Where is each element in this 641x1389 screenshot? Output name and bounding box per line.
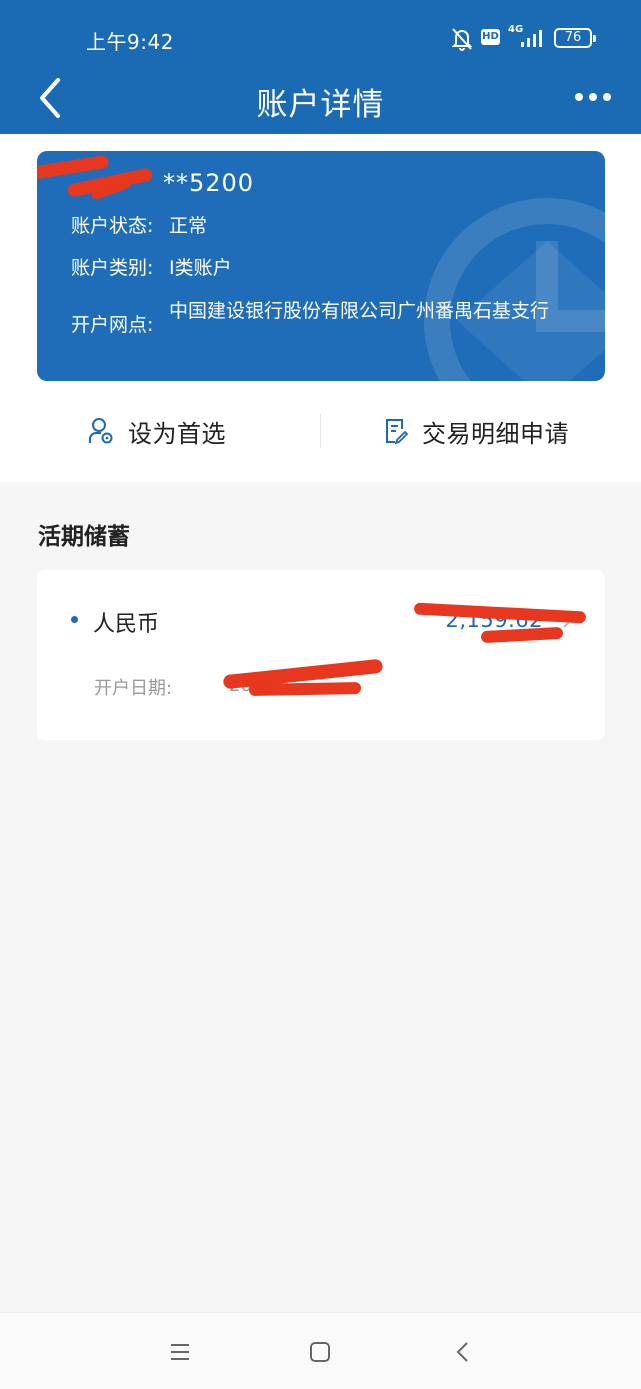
savings-section-title: 活期储蓄 <box>38 524 130 550</box>
branch-label: 开户网点: <box>71 314 154 336</box>
bell-muted-icon <box>451 28 473 51</box>
page-title: 账户详情 <box>256 87 385 123</box>
branch-row: 开户网点: 中国建设银行股份有限公司广州番禺石基支行 <box>71 297 549 336</box>
more-button[interactable] <box>571 84 615 110</box>
transaction-request-button[interactable]: 交易明细申请 <box>384 406 569 456</box>
action-divider <box>320 414 321 448</box>
deposit-card[interactable]: 人民币 2,159.62 开户日期: 20 <box>37 570 605 740</box>
account-status-value: 正常 <box>169 215 208 237</box>
bullet-dot <box>71 616 78 623</box>
user-settings-icon <box>89 418 113 444</box>
more-dot <box>603 93 611 101</box>
account-status-label: 账户状态: <box>71 215 154 237</box>
app-header: 上午9:42 HD 4G 76 账户详情 <box>0 0 641 134</box>
account-card-zone: **5200 账户状态: 正常 账户类别: I类账户 开户网点: 中国建设银行股… <box>0 134 641 382</box>
account-number-suffix: **5200 <box>163 169 255 197</box>
battery-icon: 76 <box>554 28 596 48</box>
account-type-label: 账户类别: <box>71 257 154 279</box>
status-time: 上午9:42 <box>86 30 174 54</box>
battery-level: 76 <box>564 30 582 45</box>
account-type-row: 账户类别: I类账户 <box>71 254 232 283</box>
system-nav-bar <box>0 1312 641 1389</box>
set-preferred-button[interactable]: 设为首选 <box>88 406 226 456</box>
home-icon[interactable] <box>303 1337 337 1367</box>
hd-icon: HD <box>481 29 500 45</box>
transaction-request-label: 交易明细申请 <box>422 419 569 448</box>
status-icons: HD 4G 76 <box>450 24 610 54</box>
status-bar: 上午9:42 HD 4G 76 <box>0 0 641 70</box>
nav-bar: 账户详情 <box>0 70 641 134</box>
signal-icon <box>521 30 542 47</box>
action-bar: 设为首选 交易明细申请 <box>0 382 641 482</box>
more-dots-icon <box>575 93 583 101</box>
currency-label: 人民币 <box>93 612 160 637</box>
open-date-label: 开户日期: <box>94 678 173 699</box>
menu-icon[interactable] <box>163 1337 197 1367</box>
account-type-value: I类账户 <box>169 257 232 279</box>
redaction-mark <box>248 682 362 696</box>
document-edit-icon <box>386 419 408 445</box>
set-preferred-label: 设为首选 <box>128 419 226 448</box>
branch-value: 中国建设银行股份有限公司广州番禺石基支行 <box>169 300 550 322</box>
system-back-icon[interactable] <box>446 1337 480 1367</box>
account-status-row: 账户状态: 正常 <box>71 212 207 241</box>
more-dot <box>589 93 597 101</box>
account-card[interactable]: **5200 账户状态: 正常 账户类别: I类账户 开户网点: 中国建设银行股… <box>37 151 605 381</box>
